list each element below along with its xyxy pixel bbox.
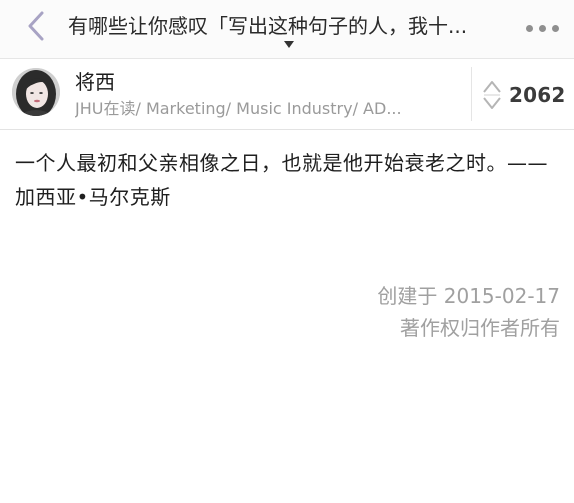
more-dots-icon: [523, 24, 562, 32]
nav-bar: 有哪些让你感叹「写出这种句子的人，我十...: [0, 0, 574, 59]
author-name[interactable]: 将西: [75, 69, 115, 95]
upvote-downvote-icon: [481, 78, 503, 112]
divider: [471, 67, 472, 121]
vote-button[interactable]: 2062: [481, 75, 569, 115]
back-button[interactable]: [18, 8, 54, 44]
avatar[interactable]: [12, 68, 60, 116]
answer-page: 有哪些让你感叹「写出这种句子的人，我十... 将西 JHU在读/ Marketi…: [0, 0, 574, 503]
author-row: 将西 JHU在读/ Marketing/ Music Industry/ AD.…: [0, 59, 574, 130]
answer-content: 一个人最初和父亲相像之日，也就是他开始衰老之时。——加西亚•马尔克斯: [15, 151, 548, 209]
answer-meta: 创建于 2015-02-17 著作权归作者所有: [377, 280, 560, 344]
question-title[interactable]: 有哪些让你感叹「写出这种句子的人，我十...: [68, 12, 518, 40]
created-date: 创建于 2015-02-17: [377, 284, 560, 308]
vote-count: 2062: [509, 83, 566, 107]
copyright-notice: 著作权归作者所有: [400, 316, 560, 340]
caret-down-icon[interactable]: [284, 41, 294, 48]
chevron-left-icon: [28, 11, 44, 41]
more-button[interactable]: [516, 14, 568, 42]
author-bio: JHU在读/ Marketing/ Music Industry/ AD...: [75, 99, 402, 118]
